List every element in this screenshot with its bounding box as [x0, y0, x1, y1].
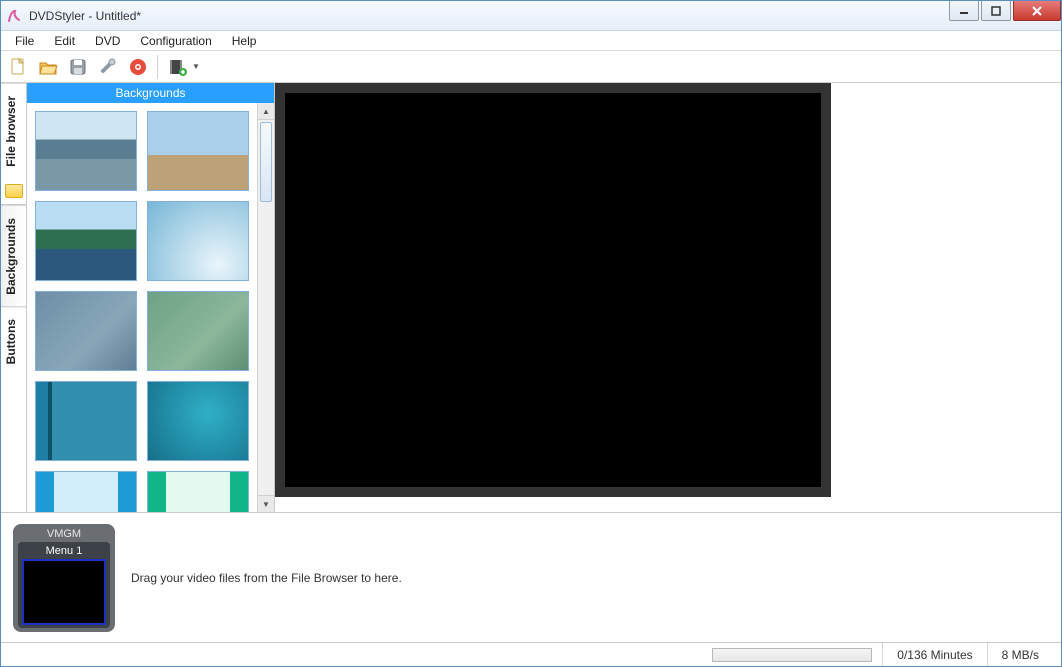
preview-area [275, 83, 1061, 512]
menu-edit[interactable]: Edit [44, 32, 85, 50]
menu-preview-canvas[interactable] [285, 93, 821, 487]
tab-buttons[interactable]: Buttons [1, 306, 26, 376]
scroll-down-button[interactable]: ▼ [258, 495, 274, 512]
capacity-progress [712, 648, 872, 662]
menu-preview-frame[interactable] [275, 83, 831, 497]
background-thumb[interactable] [35, 381, 137, 461]
backgrounds-scrollbar[interactable]: ▲ ▼ [257, 103, 274, 512]
burn-button[interactable] [125, 54, 151, 80]
chevron-down-icon[interactable]: ▼ [192, 62, 200, 71]
close-button[interactable] [1013, 1, 1061, 21]
background-thumb[interactable] [35, 201, 137, 281]
add-file-dropdown[interactable]: ▼ [164, 54, 200, 80]
background-thumb[interactable] [35, 471, 137, 512]
background-thumb[interactable] [35, 291, 137, 371]
save-button[interactable] [65, 54, 91, 80]
background-thumb[interactable] [147, 291, 249, 371]
menubar: File Edit DVD Configuration Help [1, 31, 1061, 51]
side-tab-strip: File browser Backgrounds Buttons [1, 83, 27, 512]
toolbar: ▼ [1, 51, 1061, 83]
open-button[interactable] [35, 54, 61, 80]
scroll-up-button[interactable]: ▲ [258, 103, 274, 120]
scroll-thumb[interactable] [260, 122, 272, 202]
menu-card[interactable]: Menu 1 [18, 542, 110, 628]
vmgm-card[interactable]: VMGM Menu 1 [13, 524, 115, 632]
menu-label: Menu 1 [46, 545, 83, 559]
settings-button[interactable] [95, 54, 121, 80]
status-bitrate: 8 MB/s [987, 643, 1053, 666]
window-title: DVDStyler - Untitled* [29, 9, 947, 23]
app-icon [7, 8, 23, 24]
menu-file[interactable]: File [5, 32, 44, 50]
main-area: File browser Backgrounds Buttons Backgro… [1, 83, 1061, 512]
status-minutes: 0/136 Minutes [882, 643, 986, 666]
backgrounds-grid [27, 103, 257, 512]
scroll-track[interactable] [258, 120, 274, 495]
backgrounds-header: Backgrounds [27, 83, 274, 103]
background-thumb[interactable] [147, 111, 249, 191]
app-window: DVDStyler - Untitled* File Edit DVD Conf… [0, 0, 1062, 667]
background-thumb[interactable] [147, 471, 249, 512]
window-controls [947, 1, 1061, 23]
maximize-button[interactable] [981, 1, 1011, 21]
backgrounds-panel: Backgrounds ▲ [27, 83, 275, 512]
menu-thumbnail[interactable] [22, 559, 106, 625]
tab-backgrounds[interactable]: Backgrounds [1, 205, 26, 307]
tab-file-browser[interactable]: File browser [1, 83, 26, 179]
new-project-button[interactable] [5, 54, 31, 80]
toolbar-separator [157, 55, 158, 79]
titlebar: DVDStyler - Untitled* [1, 1, 1061, 31]
menu-dvd[interactable]: DVD [85, 32, 130, 50]
timeline-hint: Drag your video files from the File Brow… [131, 571, 402, 585]
background-thumb[interactable] [147, 201, 249, 281]
background-thumb[interactable] [35, 111, 137, 191]
vmgm-label: VMGM [47, 528, 81, 542]
statusbar: 0/136 Minutes 8 MB/s [1, 642, 1061, 666]
add-file-button[interactable] [164, 54, 190, 80]
background-thumb[interactable] [147, 381, 249, 461]
menu-help[interactable]: Help [222, 32, 267, 50]
folder-icon[interactable] [1, 179, 26, 205]
timeline: VMGM Menu 1 Drag your video files from t… [1, 512, 1061, 642]
minimize-button[interactable] [949, 1, 979, 21]
menu-configuration[interactable]: Configuration [130, 32, 221, 50]
